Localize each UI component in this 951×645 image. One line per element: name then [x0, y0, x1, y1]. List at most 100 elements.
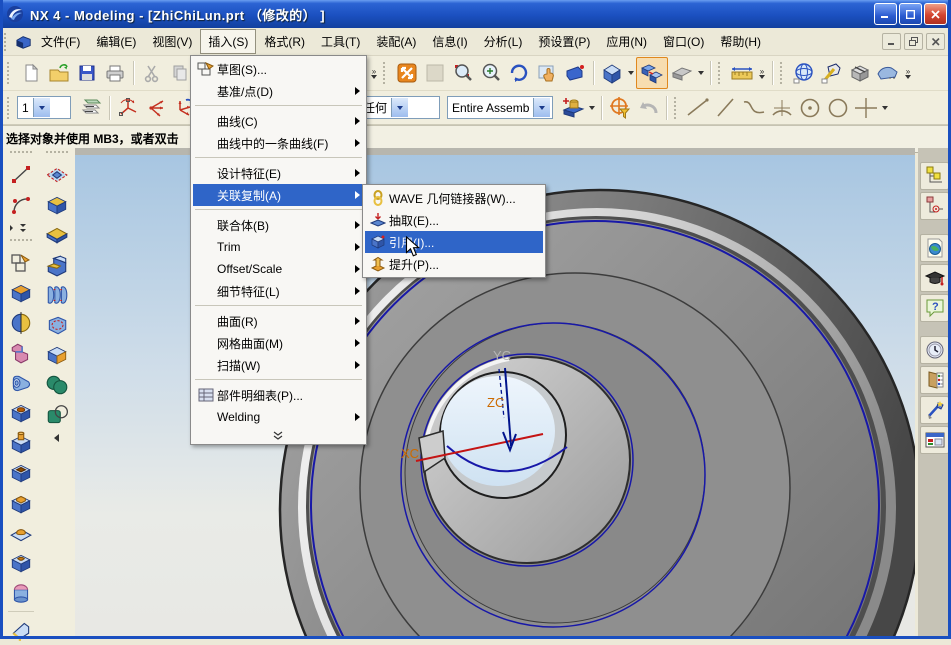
- menubar-item-help[interactable]: 帮助(H): [712, 29, 769, 54]
- menu-item-parts-list[interactable]: 部件明细表(P)...: [193, 384, 364, 406]
- deformation-button[interactable]: [874, 59, 902, 87]
- submenu-item-promote[interactable]: 提升(P)...: [365, 253, 543, 275]
- wireframe-mode-button[interactable]: [668, 59, 696, 87]
- pocket-button[interactable]: [5, 458, 37, 488]
- toolbar-overflow-indicator[interactable]: »: [902, 68, 914, 79]
- zoom-box-button[interactable]: [449, 59, 477, 87]
- inclined-line-tool-button[interactable]: [712, 94, 740, 122]
- wedge-button[interactable]: [5, 615, 37, 645]
- training-button[interactable]: [920, 264, 949, 292]
- point-tool-button[interactable]: [852, 94, 880, 122]
- menubar-item-preferences[interactable]: 预设置(P): [530, 29, 598, 54]
- submenu-item-wave-linker[interactable]: WAVE 几何链接器(W)...: [365, 187, 543, 209]
- selection-scope-combo[interactable]: Entire Assemb: [447, 96, 553, 119]
- pan-view-button[interactable]: [533, 59, 561, 87]
- cut-button[interactable]: [138, 59, 166, 87]
- rib-button[interactable]: [41, 280, 73, 310]
- menubar-item-analysis[interactable]: 分析(L): [476, 29, 531, 54]
- layer-combo[interactable]: 1: [17, 96, 71, 119]
- menu-item-design-feature[interactable]: 设计特征(E): [193, 162, 364, 184]
- menubar-item-information[interactable]: 信息(I): [424, 29, 475, 54]
- measure-distance-button[interactable]: [728, 59, 756, 87]
- selection-filter-combo[interactable]: 任何: [358, 96, 440, 119]
- roles-button[interactable]: [920, 366, 949, 394]
- print-button[interactable]: [101, 59, 129, 87]
- mdi-restore-button[interactable]: [904, 33, 923, 50]
- extrude-button[interactable]: [5, 278, 37, 308]
- revolve-button[interactable]: [5, 308, 37, 338]
- boolean-unite-button[interactable]: [41, 370, 73, 400]
- assembly-add-button[interactable]: [559, 94, 587, 122]
- menu-item-curve[interactable]: 曲线(C): [193, 110, 364, 132]
- circle-center-tool-button[interactable]: [796, 94, 824, 122]
- open-button[interactable]: [45, 59, 73, 87]
- menu-item-curve-from-curves[interactable]: 曲线中的一条曲线(F): [193, 132, 364, 154]
- boss-button[interactable]: [5, 428, 37, 458]
- rotate-view-button[interactable]: [505, 59, 533, 87]
- menu-item-sketch[interactable]: 草图(S)...: [193, 58, 364, 80]
- menubar-item-format[interactable]: 格式(R): [256, 29, 313, 54]
- web-browser-button[interactable]: [920, 234, 949, 262]
- toolbar-grip[interactable]: [674, 97, 681, 119]
- menubar-item-view[interactable]: 视图(V): [144, 29, 200, 54]
- minimize-button[interactable]: [874, 3, 897, 25]
- toolbar-overflow-indicator[interactable]: »: [368, 68, 380, 79]
- submenu-item-extract[interactable]: 抽取(E)...: [365, 209, 543, 231]
- toolbar-expand-button[interactable]: [5, 220, 37, 236]
- shaded-display-button[interactable]: [598, 59, 626, 87]
- menubar-item-application[interactable]: 应用(N): [598, 29, 655, 54]
- toolbar-collapse-button[interactable]: [41, 430, 73, 446]
- menu-expand-button[interactable]: [193, 428, 364, 442]
- menubar-grip[interactable]: [4, 33, 11, 51]
- assembly-navigator-button[interactable]: [920, 162, 949, 190]
- toolbar-grip[interactable]: [383, 62, 390, 84]
- wcs-rotate-button[interactable]: [114, 94, 142, 122]
- menu-item-associative-copy[interactable]: 关联复制(A): [193, 184, 364, 206]
- pad-button[interactable]: [5, 488, 37, 518]
- curve-toolbar-dropdown-icon[interactable]: [882, 106, 888, 110]
- save-button[interactable]: [73, 59, 101, 87]
- menu-item-datum-point[interactable]: 基准/点(D): [193, 80, 364, 102]
- layer-category-button[interactable]: [77, 94, 105, 122]
- arc-tool-button[interactable]: [768, 94, 796, 122]
- arc-feature-button[interactable]: [5, 190, 37, 220]
- menu-item-mesh-surface[interactable]: 网格曲面(M): [193, 332, 364, 354]
- palette-button[interactable]: [920, 426, 949, 454]
- filter-combo-dropdown-icon[interactable]: [391, 98, 408, 117]
- toolbar-grip[interactable]: [780, 62, 787, 84]
- step-block-button[interactable]: [41, 250, 73, 280]
- toolbar-grip[interactable]: [7, 97, 14, 119]
- section-box-button[interactable]: [846, 59, 874, 87]
- surface-analysis-button[interactable]: [790, 59, 818, 87]
- undo-button[interactable]: [634, 94, 662, 122]
- toolbar-grip[interactable]: [718, 62, 725, 84]
- toolbar-grip[interactable]: [7, 62, 14, 84]
- menubar-item-assemblies[interactable]: 装配(A): [368, 29, 424, 54]
- menubar-item-file[interactable]: 文件(F): [33, 29, 88, 54]
- display-blank-button[interactable]: [421, 59, 449, 87]
- slab-button[interactable]: [41, 220, 73, 250]
- mdi-close-button[interactable]: [926, 33, 945, 50]
- line-feature-button[interactable]: [5, 160, 37, 190]
- datum-plane-button[interactable]: [41, 160, 73, 190]
- block-button[interactable]: [41, 190, 73, 220]
- boolean-subtract-button[interactable]: [41, 400, 73, 430]
- selection-filter-button[interactable]: [606, 94, 634, 122]
- toolbar-grip[interactable]: [10, 239, 32, 247]
- toolbar-grip[interactable]: [46, 151, 68, 159]
- chamfer-block-button[interactable]: [41, 340, 73, 370]
- menu-item-welding[interactable]: Welding: [193, 406, 364, 428]
- wireframe-dropdown-icon[interactable]: [698, 71, 704, 75]
- menubar-item-edit[interactable]: 编辑(E): [88, 29, 144, 54]
- menu-item-detail-feature[interactable]: 细节特征(L): [193, 280, 364, 302]
- sweep-button[interactable]: [5, 338, 37, 368]
- menu-item-offset-scale[interactable]: Offset/Scale: [193, 258, 364, 280]
- scope-combo-dropdown-icon[interactable]: [533, 98, 550, 117]
- assembly-add-dropdown-icon[interactable]: [589, 106, 595, 110]
- toolbar-overflow-indicator[interactable]: »: [756, 68, 768, 79]
- menubar-item-tools[interactable]: 工具(T): [313, 29, 368, 54]
- history-button[interactable]: [920, 336, 949, 364]
- dome-button[interactable]: [5, 578, 37, 608]
- circle-tool-button[interactable]: [824, 94, 852, 122]
- cavity-button[interactable]: [5, 548, 37, 578]
